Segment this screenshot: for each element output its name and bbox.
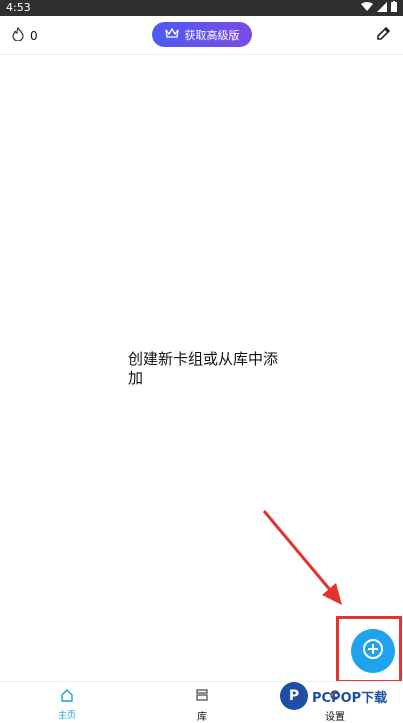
premium-label: 获取高级版 <box>184 28 240 42</box>
nav-item-library[interactable]: 库 <box>187 687 217 723</box>
annotation-arrow <box>262 510 342 605</box>
cell-signal-icon <box>377 1 387 15</box>
edit-button[interactable] <box>375 26 393 44</box>
status-time: 4:53 <box>6 1 31 14</box>
status-bar: 4:53 <box>0 0 403 16</box>
pencil-icon <box>375 26 391 46</box>
top-bar: 0 获取高级版 <box>0 16 403 55</box>
watermark-logo-icon: P <box>280 682 308 710</box>
plus-circle-icon <box>361 637 385 665</box>
get-premium-button[interactable]: 获取高级版 <box>152 22 252 47</box>
battery-icon <box>391 1 397 15</box>
streak-counter[interactable]: 0 <box>12 26 38 44</box>
home-icon <box>60 687 74 706</box>
empty-state-message: 创建新卡组或从库中添加 <box>128 350 279 387</box>
streak-count: 0 <box>30 28 38 43</box>
add-deck-button[interactable] <box>351 629 395 673</box>
nav-item-home[interactable]: 主页 <box>52 687 82 721</box>
status-icons <box>361 1 397 15</box>
library-icon <box>195 687 209 706</box>
nav-label-settings: 设置 <box>325 712 345 723</box>
watermark-text: PCPOP下载 <box>312 690 388 706</box>
watermark: P PCPOP下载 <box>280 682 387 710</box>
flame-icon <box>12 26 24 44</box>
crown-icon <box>164 27 179 42</box>
nav-label-home: 主页 <box>57 711 76 721</box>
wifi-icon <box>361 1 373 15</box>
nav-label-library: 库 <box>197 712 207 723</box>
